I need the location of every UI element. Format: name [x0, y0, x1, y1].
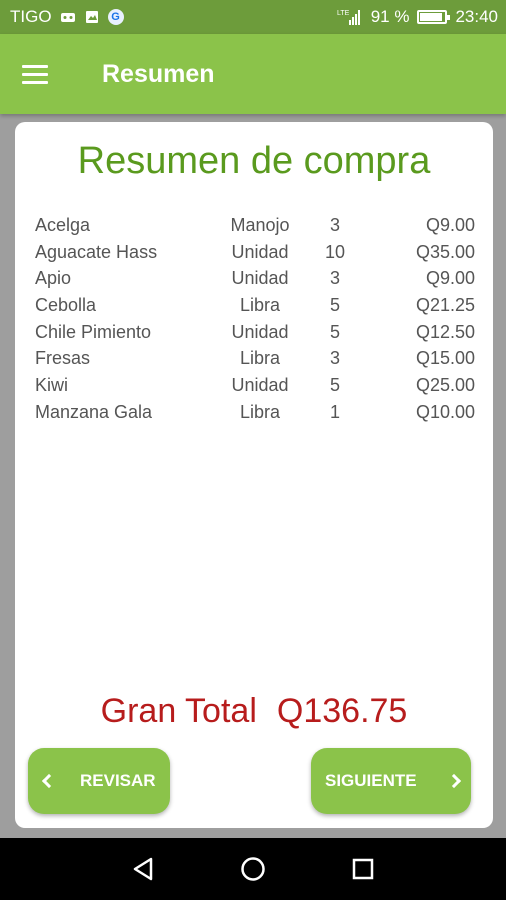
carrier-name: TIGO: [10, 7, 52, 26]
item-quantity: 5: [329, 294, 340, 315]
status-left: TIGO G: [10, 7, 124, 27]
home-nav-icon[interactable]: [238, 854, 268, 884]
item-unit: Manojo: [230, 214, 290, 235]
chevron-left-icon: [41, 773, 57, 789]
item-quantity: 5: [329, 321, 340, 342]
item-quantity: 10: [324, 241, 346, 262]
siguiente-button-label: SIGUIENTE: [325, 771, 417, 790]
item-name: Apio: [35, 268, 72, 289]
revisar-button-label: REVISAR: [80, 771, 156, 790]
google-icon: G: [107, 9, 124, 25]
item-price: Q12.50: [415, 321, 475, 342]
video-game-icon: [60, 9, 76, 25]
app-bar: Resumen: [0, 34, 506, 114]
battery-fill: [420, 13, 443, 21]
item-price: Q10.00: [415, 401, 475, 422]
item-row: Chile Pimiento Unidad 5 Q12.50: [35, 319, 475, 346]
item-price: Q35.00: [415, 241, 475, 262]
item-name: Acelga: [35, 214, 91, 235]
item-row: Cebolla Libra 5 Q21.25: [35, 292, 475, 319]
battery-icon: [417, 10, 451, 24]
item-name: Fresas: [35, 348, 91, 369]
item-quantity: 1: [329, 401, 340, 422]
item-price: Q15.00: [415, 348, 475, 369]
item-price: Q25.00: [415, 374, 475, 395]
grand-total-value: Q136.75: [276, 692, 408, 730]
chevron-right-icon: [446, 773, 462, 789]
item-unit: Unidad: [231, 321, 289, 342]
item-name: Aguacate Hass: [35, 241, 158, 262]
network-type: LTE: [337, 10, 350, 17]
clock: 23:40: [455, 7, 498, 26]
item-price: Q9.00: [425, 214, 475, 235]
summary-card: Resumen de compra Acelga Manojo 3 Q9.00 Agua…: [15, 122, 493, 828]
item-unit: Unidad: [231, 268, 289, 289]
item-name: Cebolla: [35, 294, 97, 315]
status-right: LTE 91 % 23:40: [337, 7, 498, 27]
item-row: Manzana Gala Libra 1 Q10.00: [35, 399, 475, 426]
item-unit: Libra: [239, 401, 281, 422]
hamburger-menu-icon[interactable]: [22, 54, 62, 94]
summary-heading: Resumen de compra: [77, 140, 431, 182]
item-row: Kiwi Unidad 5 Q25.00: [35, 372, 475, 399]
back-nav-icon[interactable]: [128, 854, 158, 884]
app-title: Resumen: [102, 59, 215, 88]
grand-total-label: Gran Total: [100, 692, 257, 730]
item-quantity: 3: [329, 268, 340, 289]
item-list: Acelga Manojo 3 Q9.00 Aguacate Hass Unidad 10 Q…: [35, 212, 475, 426]
item-unit: Libra: [239, 348, 281, 369]
item-name: Manzana Gala: [35, 401, 153, 422]
siguiente-button[interactable]: SIGUIENTE: [311, 748, 471, 814]
item-name: Chile Pimiento: [35, 321, 152, 342]
item-unit: Libra: [239, 294, 281, 315]
item-row: Acelga Manojo 3 Q9.00: [35, 212, 475, 239]
item-unit: Unidad: [231, 241, 289, 262]
menu-bar-line: [22, 72, 48, 76]
menu-bar-line: [22, 80, 48, 84]
item-unit: Unidad: [231, 374, 289, 395]
item-row: Apio Unidad 3 Q9.00: [35, 265, 475, 292]
item-name: Kiwi: [35, 374, 69, 395]
signal-icon: LTE: [337, 9, 363, 25]
recents-nav-icon[interactable]: [348, 854, 378, 884]
item-row: Fresas Libra 3 Q15.00: [35, 345, 475, 372]
grand-total: Gran Total Q136.75: [15, 692, 493, 731]
battery-percent: 91 %: [370, 7, 410, 26]
image-icon: [84, 9, 100, 25]
item-price: Q21.25: [415, 294, 475, 315]
revisar-button[interactable]: REVISAR: [28, 748, 170, 814]
item-quantity: 3: [329, 348, 340, 369]
item-price: Q9.00: [425, 268, 475, 289]
item-quantity: 3: [329, 214, 340, 235]
item-quantity: 5: [329, 374, 340, 395]
navigation-bar: [0, 838, 506, 900]
item-row: Aguacate Hass Unidad 10 Q35.00: [35, 239, 475, 266]
menu-bar-line: [22, 64, 48, 68]
status-bar: TIGO G LTE 91 % 23:40: [0, 0, 506, 34]
